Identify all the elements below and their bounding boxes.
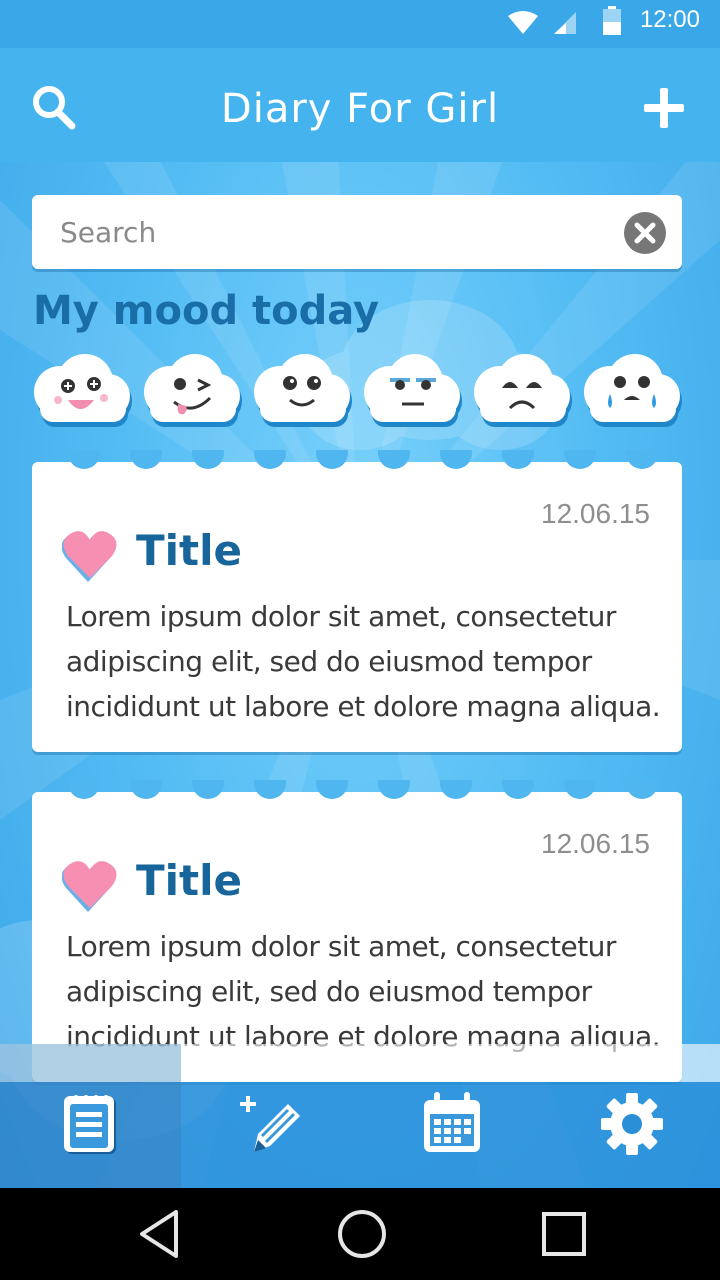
mood-heading: My mood today	[33, 288, 380, 334]
mood-happy-button[interactable]	[250, 352, 354, 432]
entry-body-line: incididunt ut labore et dolore magna ali…	[66, 690, 661, 723]
clear-search-button[interactable]	[624, 212, 666, 254]
mood-unimpressed-button[interactable]	[360, 352, 464, 432]
entry-date: 12.06.15	[541, 498, 650, 529]
unimpressed-cloud-icon	[364, 354, 462, 427]
tab-indicator-active	[0, 1044, 181, 1082]
entry-title: Title	[136, 526, 243, 575]
crying-cloud-icon	[584, 354, 682, 427]
entry-body: Lorem ipsum dolor sit amet, consectetur …	[66, 594, 676, 729]
mood-delighted-button[interactable]	[30, 352, 134, 432]
calendar-icon	[424, 1092, 480, 1152]
new-entry-icon	[240, 1096, 300, 1152]
wifi-icon	[508, 11, 538, 34]
search-bar	[32, 195, 682, 269]
happy-cloud-icon	[254, 354, 352, 427]
plus-icon	[644, 88, 684, 128]
entry-body: Lorem ipsum dolor sit amet, consectetur …	[66, 924, 676, 1059]
tab-new-entry[interactable]	[180, 1084, 360, 1184]
back-icon[interactable]	[130, 1204, 190, 1264]
card-scallop-edge	[68, 450, 658, 469]
recents-icon[interactable]	[534, 1204, 594, 1264]
tab-calendar[interactable]	[360, 1084, 540, 1184]
home-icon[interactable]	[332, 1204, 392, 1264]
battery-icon	[603, 6, 621, 35]
sad-cloud-icon	[474, 354, 572, 427]
entry-body-line: adipiscing elit, sed do eiusmod tempor	[66, 645, 592, 678]
app-bar: Diary For Girl	[0, 48, 720, 162]
status-bar: 12:00	[0, 0, 720, 48]
entry-body-line: adipiscing elit, sed do eiusmod tempor	[66, 975, 592, 1008]
bottom-navigation	[0, 1044, 720, 1188]
entry-date: 12.06.15	[541, 828, 650, 859]
tab-settings[interactable]	[540, 1084, 720, 1184]
entry-body-line: Lorem ipsum dolor sit amet, consectetur	[66, 930, 616, 963]
diary-entry-card[interactable]: 12.06.15 Title Lorem ipsum dolor sit ame…	[32, 450, 682, 752]
tab-diary-list[interactable]	[0, 1084, 180, 1184]
notebook-icon	[64, 1095, 116, 1154]
heart-icon	[62, 861, 117, 912]
diary-entry-card[interactable]: 12.06.15 Title Lorem ipsum dolor sit ame…	[32, 780, 682, 1082]
app-title: Diary For Girl	[220, 86, 500, 132]
settings-icon	[601, 1093, 663, 1155]
close-icon	[634, 222, 656, 244]
entry-title: Title	[136, 856, 243, 905]
mood-crying-button[interactable]	[580, 352, 684, 432]
mood-sad-button[interactable]	[470, 352, 574, 432]
mood-selector	[30, 352, 690, 432]
heart-icon	[62, 531, 117, 582]
entry-body-line: Lorem ipsum dolor sit amet, consectetur	[66, 600, 616, 633]
system-navigation-bar	[0, 1188, 720, 1280]
delighted-cloud-icon	[34, 354, 132, 427]
add-entry-button[interactable]	[640, 84, 688, 132]
signal-icon	[554, 12, 576, 34]
card-scallop-edge	[68, 780, 658, 799]
playful-cloud-icon	[144, 354, 242, 427]
search-input[interactable]	[58, 211, 622, 253]
mood-playful-button[interactable]	[140, 352, 244, 432]
status-time: 12:00	[639, 6, 700, 33]
